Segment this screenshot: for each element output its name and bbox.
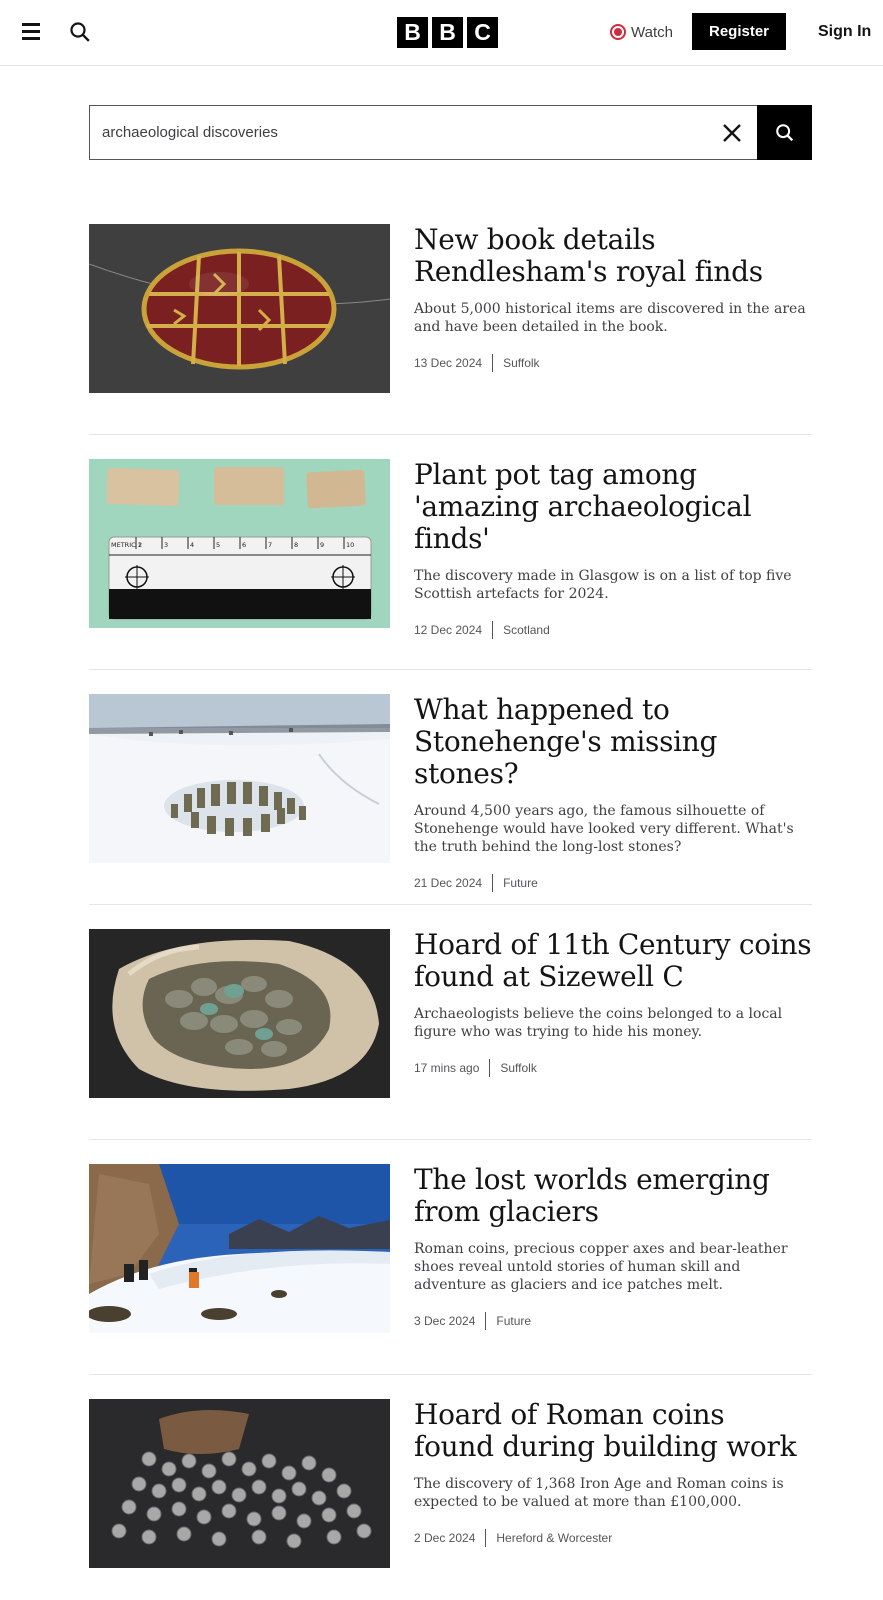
- scale-label: 10: [346, 541, 354, 549]
- result-summary: Archaeologists believe the coins belonge…: [414, 1006, 783, 1040]
- result-date: 3 Dec 2024: [414, 1314, 476, 1328]
- result-title[interactable]: Hoard of 11th Century coins found at Siz…: [414, 929, 812, 993]
- roman-silver-coins-image: [89, 1399, 390, 1568]
- search-icon[interactable]: [68, 20, 92, 44]
- result-summary: The discovery of 1,368 Iron Age and Roma…: [414, 1476, 784, 1510]
- live-dot-icon: [610, 24, 626, 40]
- bbc-logo[interactable]: B B C: [397, 17, 498, 48]
- result-divider: [89, 434, 812, 435]
- gold-garnet-bead-image: [89, 224, 390, 393]
- result-meta: 3 Dec 2024 Future: [414, 1312, 812, 1330]
- result-summary: Around 4,500 years ago, the famous silho…: [414, 803, 794, 855]
- result-meta: 2 Dec 2024 Hereford & Worcester: [414, 1529, 812, 1547]
- result-image[interactable]: [89, 224, 390, 393]
- result-date: 2 Dec 2024: [414, 1531, 476, 1545]
- result-section[interactable]: Hereford & Worcester: [486, 1531, 612, 1545]
- result-image[interactable]: [89, 694, 390, 863]
- plant-pot-tag-with-scale-image: METRIC 1 2 3 4 5 6 7 8 9 10: [89, 459, 390, 628]
- result-card[interactable]: Hoard of Roman coins found during buildi…: [89, 1399, 812, 1600]
- logo-letter: C: [467, 17, 498, 48]
- result-title[interactable]: What happened to Stonehenge's missing st…: [414, 694, 812, 790]
- result-date: 17 mins ago: [414, 1061, 480, 1075]
- search-input[interactable]: [89, 105, 757, 160]
- watch-label: Watch: [631, 23, 673, 41]
- result-date: 13 Dec 2024: [414, 356, 483, 370]
- glacier-excavation-image: [89, 1164, 390, 1333]
- search-submit-button[interactable]: [757, 105, 812, 160]
- search-bar: [89, 105, 812, 160]
- sign-in-link[interactable]: Sign In: [818, 20, 871, 44]
- scale-label: 5: [216, 541, 220, 549]
- clear-search-icon[interactable]: [707, 105, 757, 160]
- result-divider: [89, 1374, 812, 1375]
- scale-label: 9: [320, 541, 324, 549]
- result-meta: 17 mins ago Suffolk: [414, 1059, 812, 1077]
- result-section[interactable]: Suffolk: [490, 1061, 536, 1075]
- search-icon: [775, 123, 793, 141]
- result-card[interactable]: Hoard of 11th Century coins found at Siz…: [89, 929, 812, 1139]
- result-image[interactable]: METRIC 1 2 3 4 5 6 7 8 9 10: [89, 459, 390, 628]
- site-header: B B C Watch Register Sign In: [0, 0, 883, 66]
- result-divider: [89, 904, 812, 905]
- register-button[interactable]: Register: [692, 13, 786, 50]
- result-title[interactable]: New book details Rendlesham's royal find…: [414, 224, 812, 288]
- result-title[interactable]: Hoard of Roman coins found during buildi…: [414, 1399, 812, 1463]
- result-meta: 12 Dec 2024 Scotland: [414, 621, 812, 639]
- result-image[interactable]: [89, 929, 390, 1098]
- result-summary: Roman coins, precious copper axes and be…: [414, 1241, 788, 1293]
- result-image[interactable]: [89, 1164, 390, 1333]
- result-meta: 13 Dec 2024 Suffolk: [414, 354, 812, 372]
- result-divider: [89, 1139, 812, 1140]
- result-card[interactable]: What happened to Stonehenge's missing st…: [89, 694, 812, 904]
- scale-label: 2: [138, 541, 142, 549]
- result-section[interactable]: Future: [493, 876, 538, 890]
- scale-label: 7: [268, 541, 272, 549]
- result-divider: [89, 669, 812, 670]
- result-card[interactable]: METRIC 1 2 3 4 5 6 7 8 9 10 Plant pot ta…: [89, 459, 812, 669]
- result-summary: About 5,000 historical items are discove…: [414, 301, 806, 335]
- result-card[interactable]: The lost worlds emerging from glaciers R…: [89, 1164, 812, 1374]
- result-summary: The discovery made in Glasgow is on a li…: [414, 568, 792, 602]
- result-section[interactable]: Suffolk: [493, 356, 539, 370]
- scale-label: 3: [164, 541, 168, 549]
- result-image[interactable]: [89, 1399, 390, 1568]
- result-meta: 21 Dec 2024 Future: [414, 874, 812, 892]
- coin-hoard-in-clay-image: [89, 929, 390, 1098]
- scale-label: 8: [294, 541, 298, 549]
- result-title[interactable]: The lost worlds emerging from glaciers: [414, 1164, 812, 1228]
- result-card[interactable]: New book details Rendlesham's royal find…: [89, 224, 812, 434]
- scale-label: 6: [242, 541, 246, 549]
- snowy-stonehenge-aerial-image: [89, 694, 390, 863]
- result-date: 21 Dec 2024: [414, 876, 483, 890]
- result-section[interactable]: Future: [486, 1314, 531, 1328]
- menu-icon[interactable]: [20, 20, 44, 44]
- logo-letter: B: [432, 17, 463, 48]
- result-title[interactable]: Plant pot tag among 'amazing archaeologi…: [414, 459, 812, 555]
- result-date: 12 Dec 2024: [414, 623, 483, 637]
- result-section[interactable]: Scotland: [493, 623, 550, 637]
- scale-label: 4: [190, 541, 194, 549]
- logo-letter: B: [397, 17, 428, 48]
- watch-link[interactable]: Watch: [610, 20, 673, 44]
